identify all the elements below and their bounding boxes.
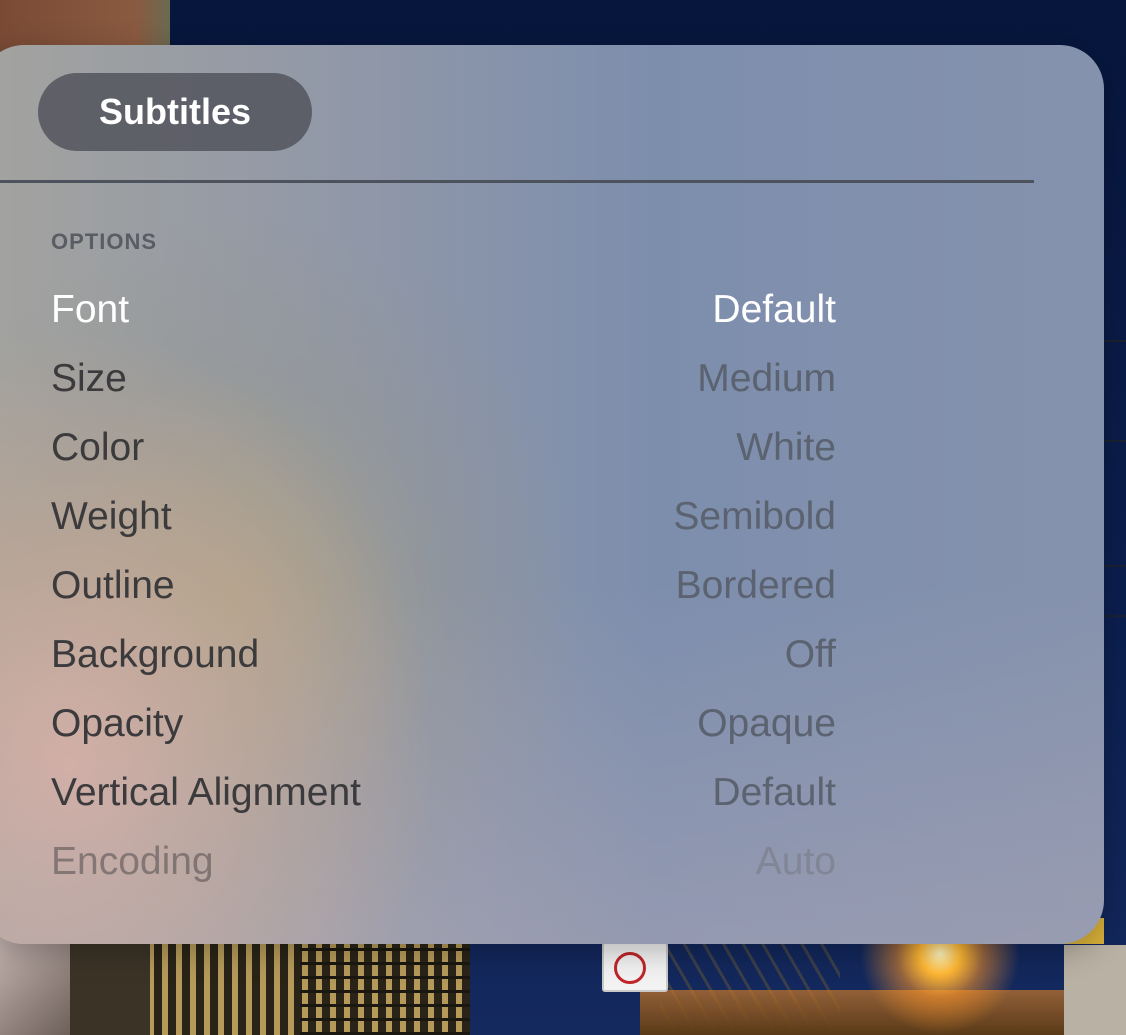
background-building-right <box>1064 945 1126 1035</box>
option-label: Font <box>51 287 130 331</box>
option-label: Opacity <box>51 701 184 745</box>
option-value: Auto <box>755 839 836 883</box>
option-value: Default <box>712 287 836 331</box>
section-header-options: OPTIONS <box>51 229 158 254</box>
option-label: Background <box>51 632 260 676</box>
option-value: Medium <box>697 356 836 400</box>
option-row-vertical-alignment[interactable]: Vertical Alignment Default <box>51 758 836 827</box>
option-label: Vertical Alignment <box>51 770 362 814</box>
option-row-encoding[interactable]: Encoding Auto <box>51 827 836 896</box>
option-value: Opaque <box>697 701 836 745</box>
option-value: Semibold <box>673 494 836 538</box>
option-row-color[interactable]: Color White <box>51 413 836 482</box>
option-label: Weight <box>51 494 172 538</box>
option-row-background[interactable]: Background Off <box>51 620 836 689</box>
option-row-opacity[interactable]: Opacity Opaque <box>51 689 836 758</box>
option-label: Size <box>51 356 127 400</box>
background-plant <box>0 930 70 1035</box>
tab-subtitles-label: Subtitles <box>98 91 251 132</box>
background-fire-escape <box>300 930 470 1035</box>
tab-subtitles[interactable]: Subtitles <box>38 73 312 151</box>
option-row-size[interactable]: Size Medium <box>51 344 836 413</box>
option-value: Off <box>784 632 836 676</box>
option-value: Default <box>712 770 836 814</box>
option-row-font[interactable]: Font Default <box>51 275 836 344</box>
option-value: White <box>736 425 836 469</box>
option-value: Bordered <box>675 563 836 607</box>
option-row-outline[interactable]: Outline Bordered <box>51 551 836 620</box>
option-label: Encoding <box>51 839 214 883</box>
option-label: Outline <box>51 563 175 607</box>
header-divider <box>0 180 1034 183</box>
no-parking-sign-icon <box>602 942 668 992</box>
options-list: Font Default Size Medium Color White Wei… <box>51 275 836 896</box>
option-row-weight[interactable]: Weight Semibold <box>51 482 836 551</box>
background-pillar <box>70 930 150 1035</box>
option-label: Color <box>51 425 145 469</box>
